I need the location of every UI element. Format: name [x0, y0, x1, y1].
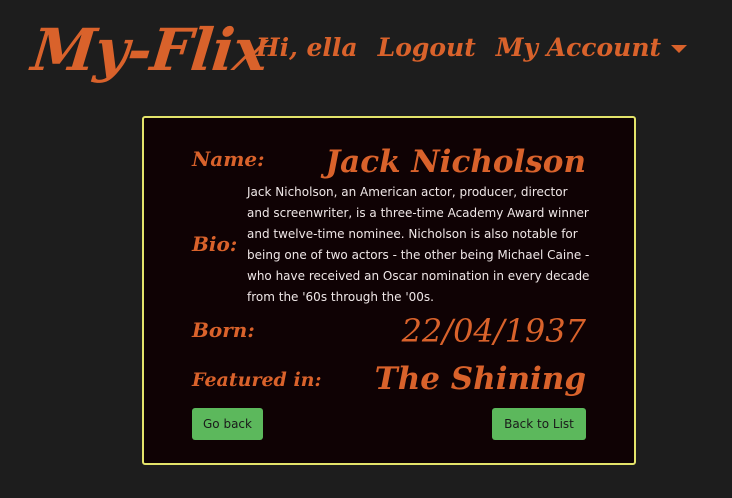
back-to-list-button[interactable]: Back to List: [492, 408, 586, 440]
director-card: Name: Jack Nicholson Bio: Jack Nicholson…: [142, 116, 636, 465]
logout-link[interactable]: Logout: [378, 28, 476, 68]
bio-label: Bio:: [192, 232, 238, 256]
director-name: Jack Nicholson: [325, 144, 586, 180]
greeting-text: Hi, ella: [256, 33, 358, 62]
born-date: 22/04/1937: [401, 312, 586, 350]
featured-label: Featured in:: [192, 369, 322, 391]
director-bio: Jack Nicholson, an American actor, produ…: [247, 185, 590, 304]
my-account-label: My Account: [495, 33, 662, 62]
top-nav: Hi, ella Logout My Account: [256, 28, 688, 68]
born-label: Born:: [192, 318, 255, 342]
my-account-dropdown[interactable]: My Account: [495, 28, 688, 68]
featured-movie[interactable]: The Shining: [375, 358, 586, 400]
name-label: Name:: [192, 147, 265, 171]
caret-down-icon: [671, 45, 688, 53]
go-back-button[interactable]: Go back: [192, 408, 263, 440]
brand-logo[interactable]: My-Flix: [28, 10, 271, 90]
